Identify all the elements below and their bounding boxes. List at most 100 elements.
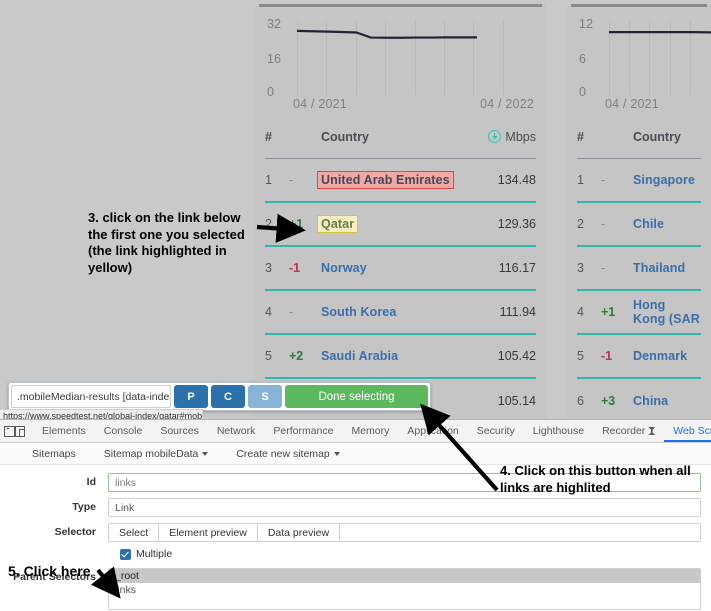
country-link[interactable]: Hong Kong (SAR: [633, 298, 700, 326]
chart-x-label-end: 04 / 2022: [480, 97, 534, 111]
tab-sources[interactable]: Sources: [151, 420, 208, 442]
row-delta: +2: [289, 349, 304, 363]
table-row[interactable]: 6 +3 China: [577, 379, 701, 419]
country-link[interactable]: Thailand: [633, 261, 685, 275]
table-row[interactable]: 5 +2 Saudi Arabia 105.42: [265, 335, 536, 379]
type-select[interactable]: Link: [108, 498, 701, 517]
chart-line-series: [297, 21, 477, 93]
css-selector-input[interactable]: .mobileMedian-results [data-index-nu: [11, 385, 171, 408]
selector-value-input[interactable]: [340, 524, 700, 541]
mobile-speed-chart: 32 16 0 04 / 2021 04 / 2022: [255, 7, 546, 115]
row-delta: +1: [601, 305, 616, 319]
web-scraper-selector-toolbar: .mobileMedian-results [data-index-nu P C…: [8, 382, 431, 411]
tab-recorder[interactable]: Recorder: [593, 420, 664, 442]
chart-line-series: [609, 21, 711, 93]
table-row[interactable]: 3 - Thailand: [577, 247, 701, 291]
row-delta: -1: [289, 261, 301, 275]
mobile-ranking-table: # Country Mbps 1 - United Arab Emirates …: [255, 115, 546, 419]
broadband-speed-chart: 12 6 0 04 / 2021: [567, 7, 711, 115]
table-row[interactable]: 5 -1 Denmark: [577, 335, 701, 379]
country-link[interactable]: China: [633, 394, 668, 408]
parent-option-root[interactable]: _root: [109, 569, 700, 583]
row-rank: 2: [577, 217, 584, 231]
row-rank: 4: [577, 305, 584, 319]
country-link[interactable]: Saudi Arabia: [321, 349, 398, 363]
row-value: 129.36: [497, 217, 536, 231]
chevron-down-icon: [202, 451, 209, 456]
element-preview-button[interactable]: Element preview: [159, 524, 258, 541]
table-row[interactable]: 4 +1 Hong Kong (SAR: [577, 291, 701, 335]
row-delta: -1: [601, 349, 613, 363]
row-delta: +3: [601, 394, 616, 408]
tab-network[interactable]: Network: [208, 420, 265, 442]
device-toolbar-icon[interactable]: [15, 420, 26, 442]
row-rank: 3: [265, 261, 272, 275]
table-row[interactable]: 1 - United Arab Emirates 134.48: [265, 159, 536, 203]
country-link[interactable]: Singapore: [633, 173, 695, 187]
table-row[interactable]: 2 +1 Qatar 129.36: [265, 203, 536, 247]
multiple-checkbox[interactable]: [120, 548, 131, 560]
annotation-step-4: 4. Click on this button when all links a…: [500, 463, 691, 495]
country-link[interactable]: United Arab Emirates: [317, 171, 454, 189]
chart-y-tick-mid: 6: [579, 52, 587, 66]
tab-console[interactable]: Console: [95, 420, 152, 442]
row-value: 116.17: [498, 261, 536, 275]
row-country-cell: South Korea: [315, 305, 482, 319]
tab-web-scraper[interactable]: Web Scraper: [664, 420, 711, 442]
done-selecting-button[interactable]: Done selecting: [285, 385, 428, 408]
create-sitemap-menu[interactable]: Create new sitemap: [222, 448, 353, 460]
parent-option-links[interactable]: links: [109, 583, 700, 597]
select-button[interactable]: Select: [109, 524, 160, 541]
multiple-label: Multiple: [136, 548, 173, 560]
chart-y-tick-top: 32: [267, 17, 282, 31]
broadband-ranking-table: # Country 1 - Singapore 2 - Chile 3 - Th…: [567, 115, 711, 419]
table-row[interactable]: 3 -1 Norway 116.17: [265, 247, 536, 291]
table-row[interactable]: 4 - South Korea 111.94: [265, 291, 536, 335]
sibling-button[interactable]: S: [248, 385, 282, 408]
country-link[interactable]: Norway: [321, 261, 367, 275]
table-header-row: # Country Mbps: [265, 115, 536, 159]
devtools-tabbar: Elements Console Sources Network Perform…: [0, 420, 711, 443]
sitemaps-menu[interactable]: Sitemaps: [18, 448, 90, 460]
annotation-step-3: 3. click on the link below the first one…: [88, 210, 245, 275]
tab-security[interactable]: Security: [468, 420, 524, 442]
inspect-element-icon[interactable]: [4, 420, 15, 442]
parent-button[interactable]: P: [174, 385, 208, 408]
row-rank: 3: [577, 261, 584, 275]
fixed-broadband-card: 12 6 0 04 / 2021 # Country 1 - Singapore…: [567, 4, 711, 419]
tab-recorder-label: Recorder: [602, 425, 646, 437]
data-preview-button[interactable]: Data preview: [258, 524, 341, 541]
tab-memory[interactable]: Memory: [342, 420, 398, 442]
country-link[interactable]: Chile: [633, 217, 664, 231]
multiple-checkbox-row[interactable]: Multiple: [120, 548, 711, 560]
sitemap-menu[interactable]: Sitemap mobileData: [90, 448, 223, 460]
devtools-panel: Elements Console Sources Network Perform…: [0, 419, 711, 611]
mobile-median-card: 32 16 0 04 / 2021 04 / 2022 # Country Mb…: [255, 4, 546, 419]
recorder-icon: [648, 427, 656, 435]
row-country-cell: China: [627, 394, 701, 408]
sitemap-label: Sitemap mobileData: [103, 447, 199, 460]
row-rank: 2: [265, 217, 272, 231]
row-country-cell: Qatar: [315, 215, 482, 233]
row-country-cell: Hong Kong (SAR: [627, 298, 701, 326]
tab-lighthouse[interactable]: Lighthouse: [524, 420, 593, 442]
tab-elements[interactable]: Elements: [33, 420, 95, 442]
row-country-cell: Norway: [315, 261, 482, 275]
country-link[interactable]: South Korea: [321, 305, 396, 319]
tab-application[interactable]: Application: [398, 420, 467, 442]
annotation-step-5: 5. Click here: [8, 563, 91, 579]
child-button[interactable]: C: [211, 385, 245, 408]
table-row[interactable]: 1 - Singapore: [577, 159, 701, 203]
table-row[interactable]: 2 - Chile: [577, 203, 701, 247]
web-scraper-subbar: Sitemaps Sitemap mobileData Create new s…: [0, 443, 711, 465]
parent-selectors-listbox[interactable]: _root links: [108, 568, 701, 610]
table-header-row: # Country: [577, 115, 701, 159]
tab-performance[interactable]: Performance: [264, 420, 342, 442]
chart-x-label-start: 04 / 2021: [293, 97, 347, 111]
country-link[interactable]: Qatar: [316, 215, 359, 233]
row-country-cell: Denmark: [627, 349, 701, 363]
country-link[interactable]: Denmark: [633, 349, 687, 363]
row-delta: -: [601, 173, 606, 187]
row-delta: -: [601, 261, 606, 275]
chart-y-tick-top: 12: [579, 17, 594, 31]
